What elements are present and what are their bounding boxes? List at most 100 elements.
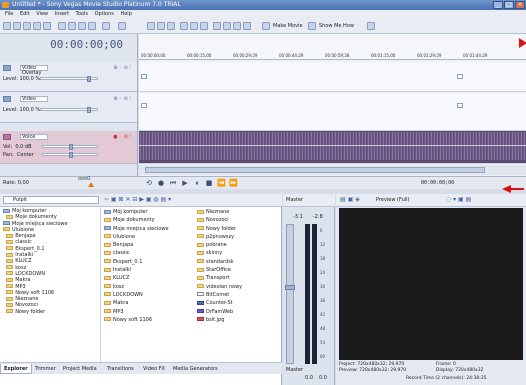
play-icon[interactable]: ▶ (181, 179, 189, 187)
folder-tree[interactable]: Mój komputer Moje dokumenty Moje miejsca… (3, 208, 101, 362)
record-icon[interactable]: ● (157, 179, 165, 187)
file-item[interactable]: standardsk (197, 258, 279, 266)
delete-icon[interactable] (88, 22, 96, 30)
file-item[interactable]: kosz (104, 283, 188, 291)
menu-edit[interactable]: Edit (20, 10, 30, 19)
file-item[interactable]: Moje miejsca sieciowe (104, 225, 188, 233)
preview-tool-icons[interactable]: ▤ ▣ ◈ (340, 196, 360, 203)
file-item[interactable]: p2pnowszy (197, 233, 279, 241)
properties-icon[interactable] (33, 22, 41, 30)
file-item[interactable]: Makra (104, 299, 188, 307)
file-item[interactable]: Moje dokumenty (104, 216, 188, 224)
file-item[interactable]: BitComet (197, 291, 279, 299)
scrollbar-thumb[interactable] (145, 167, 485, 173)
tab-project-media[interactable]: Project Media (60, 364, 100, 374)
open-icon[interactable] (13, 22, 21, 30)
file-item[interactable]: StarOffice (197, 266, 279, 274)
track-video[interactable]: Video ⊕ ◦ ⊘ ⁝ Level: 100,0 % (0, 93, 137, 123)
track-video-overlay[interactable]: Video Overlay ⊕ ◦ ⊘ ⁝ Level: 100,0 % (0, 62, 137, 92)
lane-video[interactable] (139, 93, 526, 131)
play-from-start-icon[interactable]: ⏮ (169, 179, 177, 187)
file-item[interactable]: videolan nowy (197, 283, 279, 291)
go-to-start-icon[interactable]: ⏪ (217, 179, 226, 187)
envelope-tool-icon[interactable] (190, 22, 198, 30)
tab-transitions[interactable]: Transitions (104, 364, 137, 374)
make-movie-button[interactable]: Make Movie (273, 23, 303, 30)
trim-icon[interactable] (233, 22, 241, 30)
track-name[interactable]: Video (20, 96, 48, 102)
auto-ripple-icon[interactable] (157, 22, 165, 30)
maximize-button[interactable]: □ (504, 1, 514, 9)
event-marker[interactable] (141, 103, 147, 108)
show-me-how-icon[interactable] (308, 22, 316, 30)
menu-file[interactable]: File (5, 10, 13, 19)
track-name[interactable]: Video Overlay (20, 65, 48, 76)
file-list[interactable]: Mój komputer Moje dokumenty Moje miejsca… (104, 208, 282, 362)
file-item[interactable]: MP3 (104, 308, 188, 316)
tab-media-generators[interactable]: Media Generators (170, 364, 242, 374)
file-item[interactable]: Novozoci (197, 216, 279, 224)
tab-trimmer[interactable]: Trimmer (32, 364, 59, 374)
file-item[interactable]: Benjapa (104, 241, 188, 249)
make-movie-icon[interactable] (262, 22, 270, 30)
timeline[interactable]: 00:00:00;00 00:00:15;00 00:00:29;29 00:0… (139, 34, 526, 176)
menu-options[interactable]: Options (95, 10, 114, 19)
file-item[interactable]: Mój komputer (104, 208, 188, 216)
scrub-handle-icon[interactable] (88, 182, 94, 187)
file-item[interactable]: classic (104, 249, 188, 257)
undo-icon[interactable] (102, 22, 110, 30)
level-slider[interactable] (40, 107, 98, 113)
lane-voice[interactable] (139, 131, 526, 164)
explorer-tool-icons[interactable]: ⇦ ▣ ⊠ ✕ ⊟ ▶ ▣ ◍ ▤ ▾ (104, 196, 171, 203)
location-dropdown[interactable]: Pulpit (3, 196, 99, 204)
lane-video-overlay[interactable] (139, 62, 526, 92)
file-item[interactable]: bsit.jpg (197, 316, 279, 324)
lock-envelopes-icon[interactable] (167, 22, 175, 30)
file-item[interactable]: pobrane (197, 241, 279, 249)
track-controls[interactable]: ⊕ ◦ ⊘ ⁝ (113, 96, 131, 102)
pause-icon[interactable]: ⏸ (193, 179, 201, 187)
help-icon[interactable] (367, 22, 375, 30)
track-voice[interactable]: Voice ● ◦ ⊘ ⁝ Vol: 0,0 dB Pan: Center (0, 131, 137, 164)
pan-slider[interactable] (42, 152, 98, 158)
file-item[interactable]: Ulubione (104, 233, 188, 241)
file-item[interactable]: LOCKDOWN (104, 291, 188, 299)
event-marker[interactable] (457, 74, 463, 79)
file-item[interactable]: KLUCZ (104, 274, 188, 282)
track-controls[interactable]: ● ◦ ⊘ ⁝ (113, 134, 131, 140)
zoom-tool-icon[interactable] (213, 22, 221, 30)
file-item[interactable]: DrFamWeb (197, 308, 279, 316)
go-to-end-icon[interactable]: ⏩ (229, 179, 238, 187)
file-item[interactable]: Ekspert_0.1 (104, 258, 188, 266)
loop-icon[interactable]: ⟲ (145, 179, 153, 187)
close-button[interactable]: × (515, 1, 525, 9)
paste-icon[interactable] (78, 22, 86, 30)
redo-icon[interactable] (118, 22, 126, 30)
tab-video-fx[interactable]: Video FX (140, 364, 168, 374)
file-item[interactable]: Counter-St (197, 299, 279, 307)
file-item[interactable]: Instalki (104, 266, 188, 274)
menu-insert[interactable]: Insert (55, 10, 69, 19)
file-item[interactable]: skinny (197, 249, 279, 257)
preview-extra-icons[interactable]: ◌ ▾ ▣ ▤ (446, 196, 471, 203)
fader-track[interactable] (285, 224, 295, 364)
show-me-how-button[interactable]: Show Me How (319, 23, 354, 30)
track-name[interactable]: Voice (20, 134, 48, 140)
track-controls[interactable]: ⊕ ◦ ⊘ ⁝ (113, 65, 131, 71)
fader-knob[interactable] (285, 285, 295, 290)
time-ruler[interactable]: 00:00:00;00 00:00:15;00 00:00:29;29 00:0… (139, 34, 526, 60)
render-icon[interactable] (43, 22, 51, 30)
normal-edit-tool-icon[interactable] (180, 22, 188, 30)
preview-quality-dropdown[interactable]: Preview (Full) (376, 197, 410, 203)
file-item[interactable]: Nieznane (197, 208, 279, 216)
copy-icon[interactable] (68, 22, 76, 30)
file-item[interactable]: Transport (197, 274, 279, 282)
new-icon[interactable] (3, 22, 11, 30)
file-item[interactable]: Nowy folder (197, 225, 279, 233)
event-marker[interactable] (141, 74, 147, 79)
menu-view[interactable]: View (36, 10, 48, 19)
file-item[interactable]: Nowy soft 1106 (104, 316, 188, 324)
volume-slider[interactable] (42, 144, 98, 150)
tree-item[interactable]: Nowy folder (3, 309, 100, 315)
horizontal-scrollbar[interactable] (139, 165, 526, 175)
